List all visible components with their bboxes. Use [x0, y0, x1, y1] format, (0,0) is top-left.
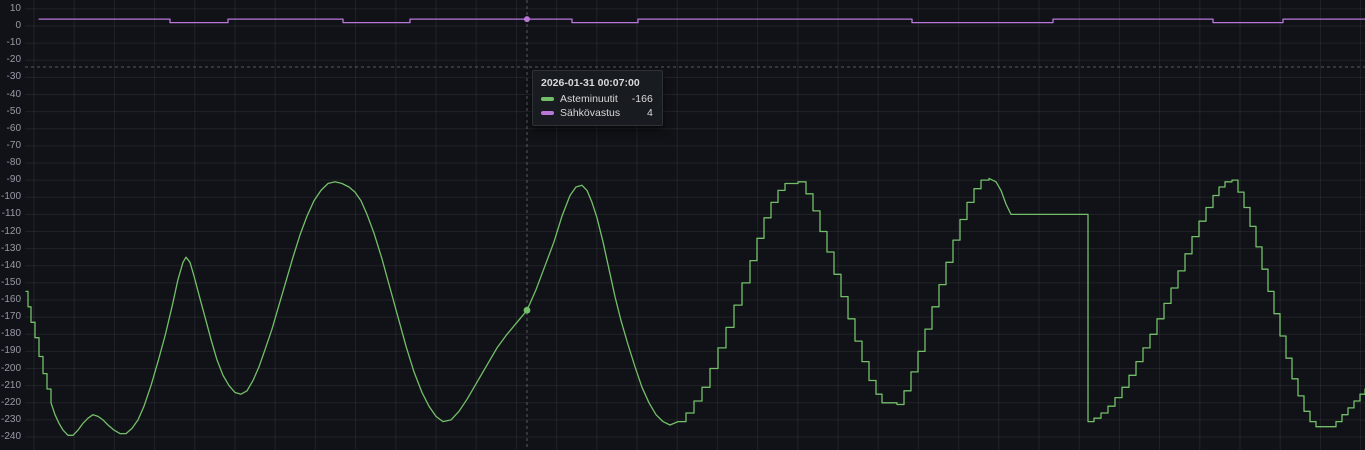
y-axis-tick-label: -200: [0, 364, 21, 374]
y-axis-tick-label: -210: [0, 381, 21, 391]
hovered-point-marker-asteminuutit: [524, 307, 531, 314]
y-axis-tick-label: -140: [0, 261, 21, 271]
y-axis-tick-label: -190: [0, 346, 21, 356]
y-axis-tick-label: -120: [0, 227, 21, 237]
s-hk-vastus-series-line: [39, 19, 1365, 23]
plot-area[interactable]: [0, 0, 1365, 450]
tooltip-series-label: Asteminuutit: [560, 93, 618, 105]
series-color-swatch-asteminuutit: [541, 97, 554, 101]
y-axis-tick-label: -60: [0, 124, 21, 134]
grafana-time-series-panel: 10 0 -10 -20 -30 -40 -50 -60 -70 -80 -90 -100 -110 -1…: [0, 0, 1365, 450]
y-axis-tick-label: -90: [0, 175, 21, 185]
y-axis-tick-label: -150: [0, 278, 21, 288]
series-color-swatch-sahkovastus: [541, 111, 554, 115]
tooltip-row-sahkovastus: Sähkövastus 4: [541, 107, 653, 119]
y-axis-tick-label: 10: [0, 4, 21, 14]
y-axis-tick-label: -240: [0, 432, 21, 442]
y-axis-tick-label: -180: [0, 329, 21, 339]
y-axis-tick-label: -80: [0, 158, 21, 168]
y-axis-tick-label: -170: [0, 312, 21, 322]
y-axis-tick-label: -230: [0, 415, 21, 425]
tooltip-series-label: Sähkövastus: [560, 107, 620, 119]
y-axis-tick-label: -220: [0, 398, 21, 408]
y-axis-tick-label: -40: [0, 90, 21, 100]
y-axis-tick-label: -10: [0, 38, 21, 48]
y-axis-tick-label: -100: [0, 192, 21, 202]
hovered-point-marker-sahkovastus: [524, 16, 530, 22]
y-axis-tick-label: -130: [0, 244, 21, 254]
y-axis-tick-label: -160: [0, 295, 21, 305]
tooltip-series-value: 4: [647, 107, 653, 119]
y-axis-tick-label: -30: [0, 72, 21, 82]
y-axis-tick-label: -70: [0, 141, 21, 151]
asteminuutit-series-line: [26, 178, 1365, 435]
tooltip-series-value: -166: [632, 93, 653, 105]
tooltip-timestamp: 2026-01-31 00:07:00: [541, 77, 653, 89]
y-axis-tick-label: 0: [0, 21, 21, 31]
tooltip: 2026-01-31 00:07:00 Asteminuutit -166 Sä…: [532, 70, 663, 126]
y-axis-tick-label: -50: [0, 107, 21, 117]
y-axis-tick-label: -20: [0, 55, 21, 65]
tooltip-row-asteminuutit: Asteminuutit -166: [541, 93, 653, 105]
y-axis-tick-label: -110: [0, 209, 21, 219]
